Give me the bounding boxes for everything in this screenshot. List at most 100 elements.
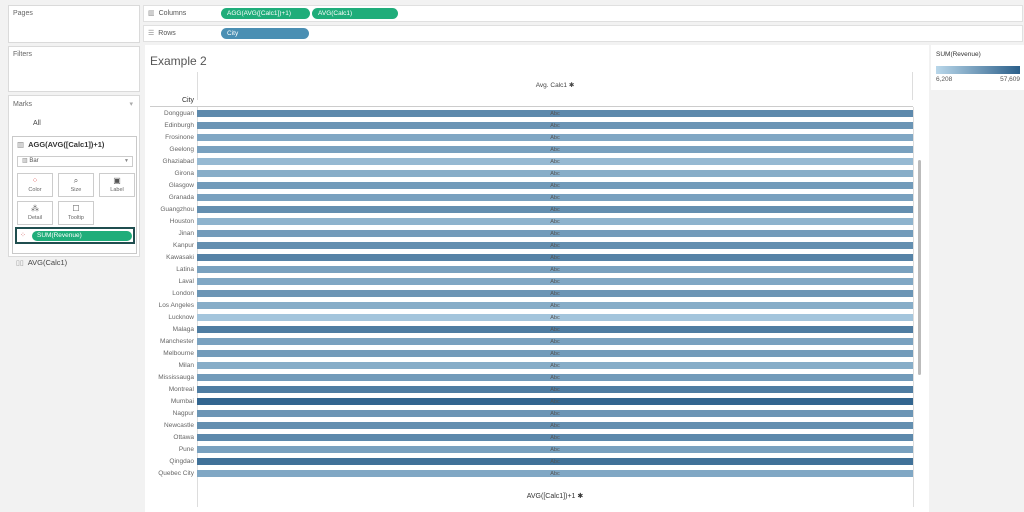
column-header-label[interactable]: Avg. Calc1 ✱ (198, 81, 912, 89)
abc-mark-label: Abc (550, 327, 560, 333)
row-label[interactable]: Mississauga (147, 372, 194, 384)
row-label[interactable]: London (147, 288, 194, 300)
row-label[interactable]: Montreal (147, 384, 194, 396)
abc-mark-label: Abc (550, 387, 560, 393)
abc-mark-label: Abc (550, 459, 560, 465)
row-label[interactable]: Edinburgh (147, 120, 194, 132)
row-label[interactable]: Quebec City (147, 468, 194, 480)
row-label[interactable]: Latina (147, 264, 194, 276)
row-label[interactable]: Manchester (147, 336, 194, 348)
column-header: Avg. Calc1 ✱ (197, 72, 913, 100)
row-label[interactable]: Lucknow (147, 312, 194, 324)
abc-mark-label: Abc (550, 135, 560, 141)
abc-mark-label: Abc (550, 147, 560, 153)
row-label[interactable]: Jinan (147, 228, 194, 240)
abc-mark-label: Abc (550, 411, 560, 417)
vertical-scrollbar[interactable] (918, 160, 921, 375)
row-label[interactable]: Milan (147, 360, 194, 372)
rows-pill-city[interactable]: City (221, 28, 309, 39)
row-label[interactable]: Melbourne (147, 348, 194, 360)
row-label[interactable]: Geelong (147, 144, 194, 156)
header-divider (150, 106, 913, 107)
marks-card-title[interactable]: ▥ AGG(AVG([Calc1])+1) (17, 140, 104, 149)
chevron-down-icon: ▼ (124, 158, 129, 164)
row-label[interactable]: Nagpur (147, 408, 194, 420)
bar-chart-icon: ▥ (17, 140, 25, 149)
worksheet-view: Example 2 Avg. Calc1 ✱ City Dongguan Abc E… (145, 45, 929, 512)
row-label[interactable]: Guangzhou (147, 204, 194, 216)
color-icon: ⁘ (20, 232, 26, 239)
columns-pill-agg-calc1[interactable]: AGG(AVG([Calc1])+1) (221, 8, 310, 19)
row-label[interactable]: Qingdao (147, 456, 194, 468)
marks-card-title-label: AGG(AVG([Calc1])+1) (28, 140, 105, 149)
columns-shelf[interactable]: ▥ Columns AGG(AVG([Calc1])+1) AVG(Calc1) (143, 5, 1023, 22)
detail-icon: ⁂ (31, 204, 39, 213)
columns-label: ▥ Columns (148, 9, 186, 17)
abc-mark-label: Abc (550, 471, 560, 477)
text-table-icon: ▯▯ (16, 260, 24, 267)
row-label[interactable]: Frosinone (147, 132, 194, 144)
row-label[interactable]: Houston (147, 216, 194, 228)
label-label: Label (110, 187, 124, 193)
size-button[interactable]: ⌕ Size (58, 173, 94, 197)
abc-mark-label: Abc (550, 303, 560, 309)
columns-pill-avg-calc1[interactable]: AVG(Calc1) (312, 8, 398, 19)
abc-mark-label: Abc (550, 351, 560, 357)
abc-mark-label: Abc (550, 183, 560, 189)
color-legend: SUM(Revenue) 6,208 57,609 (931, 45, 1024, 90)
tooltip-label: Tooltip (68, 215, 84, 221)
filters-shelf[interactable]: Filters (8, 46, 140, 92)
legend-min: 6,208 (936, 76, 953, 83)
label-icon: ▣ (113, 176, 121, 185)
size-label: Size (70, 187, 82, 193)
row-label[interactable]: Mumbai (147, 396, 194, 408)
row-label[interactable]: Pune (147, 444, 194, 456)
color-field-pill-container: ⁘ SUM(Revenue) (15, 227, 135, 244)
legend-max: 57,609 (1000, 76, 1020, 83)
abc-mark-label: Abc (550, 291, 560, 297)
label-button[interactable]: ▣ Label (99, 173, 135, 197)
row-header-city[interactable]: City (150, 97, 194, 104)
marks-card-calc: ▥ AGG(AVG([Calc1])+1) ▥ Bar ▼ ⁘ Color ⌕ Size… (12, 136, 137, 254)
mark-type-select[interactable]: ▥ Bar ▼ (17, 156, 133, 167)
abc-mark-label: Abc (550, 243, 560, 249)
row-label[interactable]: Ghaziabad (147, 156, 194, 168)
row-label[interactable]: Kanpur (147, 240, 194, 252)
row-label[interactable]: Los Angeles (147, 300, 194, 312)
pages-title: Pages (13, 10, 33, 17)
row-label[interactable]: Newcastle (147, 420, 194, 432)
abc-mark-label: Abc (550, 231, 560, 237)
sheet-title: Example 2 (150, 54, 207, 68)
abc-mark-label: Abc (550, 267, 560, 273)
detail-button[interactable]: ⁂ Detail (17, 201, 53, 225)
abc-mark-label: Abc (550, 375, 560, 381)
legend-title: SUM(Revenue) (936, 51, 981, 58)
pages-shelf[interactable]: Pages (8, 5, 140, 43)
abc-mark-label: Abc (550, 219, 560, 225)
x-axis-title[interactable]: AVG([Calc1])+1 ✱ (197, 492, 913, 500)
sum-revenue-pill[interactable]: SUM(Revenue) (32, 231, 132, 241)
row-label[interactable]: Ottawa (147, 432, 194, 444)
row-label[interactable]: Granada (147, 192, 194, 204)
row-label[interactable]: Malaga (147, 324, 194, 336)
marks-all-card[interactable]: All (33, 120, 41, 127)
tooltip-button[interactable]: ☐ Tooltip (58, 201, 94, 225)
rows-label-text: Rows (158, 30, 176, 37)
row-label[interactable]: Laval (147, 276, 194, 288)
marks-title: Marks (13, 101, 33, 108)
legend-gradient (936, 66, 1020, 74)
row-label[interactable]: Girona (147, 168, 194, 180)
abc-mark-label: Abc (550, 279, 560, 285)
row-label[interactable]: Kawasaki (147, 252, 194, 264)
row-label[interactable]: Glasgow (147, 180, 194, 192)
abc-mark-label: Abc (550, 159, 560, 165)
rows-label: ☰ Rows (148, 29, 176, 37)
marks-card-avg-calc1[interactable]: ▯▯ AVG(Calc1) (8, 258, 140, 278)
rows-icon: ☰ (148, 30, 155, 37)
marks-panel: Marks ▾ All ▥ AGG(AVG([Calc1])+1) ▥ Bar ▼ … (8, 95, 140, 257)
abc-mark-label: Abc (550, 363, 560, 369)
color-button[interactable]: ⁘ Color (17, 173, 53, 197)
rows-shelf[interactable]: ☰ Rows City (143, 25, 1023, 42)
row-label[interactable]: Dongguan (147, 108, 194, 120)
chevron-down-icon[interactable]: ▾ (129, 100, 133, 108)
